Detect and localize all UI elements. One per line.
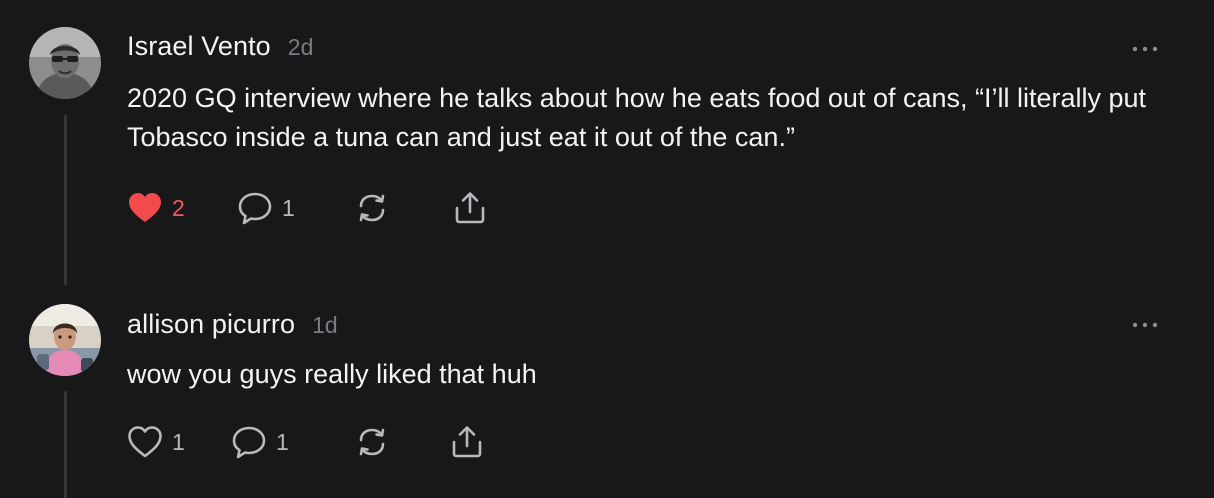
repost-icon (359, 194, 385, 222)
avatar[interactable] (29, 27, 101, 99)
reply-post: Israel Vento 2d 2020 GQ interview where h… (0, 0, 1214, 290)
repost-icon (359, 428, 385, 456)
share-button[interactable] (452, 188, 488, 228)
like-button[interactable]: 1 (127, 422, 185, 462)
repost-button[interactable] (354, 422, 390, 462)
more-options-button[interactable] (1130, 42, 1160, 54)
like-count: 2 (172, 194, 185, 221)
ellipsis-icon (1132, 46, 1158, 52)
heart-filled-icon (129, 193, 161, 222)
reply-button[interactable]: 1 (237, 188, 295, 228)
reply-text: 2020 GQ interview where he talks about h… (127, 83, 1147, 152)
timestamp: 2d (287, 34, 314, 60)
reply-text: wow you guys really liked that huh (127, 359, 537, 389)
ellipsis-icon (1132, 322, 1158, 328)
reply-count: 1 (276, 428, 289, 455)
like-button[interactable]: 2 (127, 188, 185, 228)
reply-header: Israel Vento 2d (127, 31, 313, 62)
heart-outline-icon (128, 426, 162, 458)
avatar-photo (29, 27, 101, 99)
reply-button[interactable]: 1 (231, 422, 289, 462)
share-upload-icon (455, 192, 485, 224)
thread-line (64, 115, 67, 285)
reply-post: allison picurro 1d wow you guys really li… (0, 290, 1214, 498)
reply-count: 1 (282, 194, 295, 221)
reply-header: allison picurro 1d (127, 309, 338, 340)
username[interactable]: allison picurro (127, 309, 295, 339)
speech-bubble-icon (232, 426, 266, 459)
more-options-button[interactable] (1130, 318, 1160, 330)
like-count: 1 (172, 428, 185, 455)
thread-line (64, 391, 67, 498)
repost-button[interactable] (354, 188, 390, 228)
avatar[interactable] (29, 304, 101, 376)
share-upload-icon (452, 426, 482, 458)
share-button[interactable] (449, 422, 485, 462)
username[interactable]: Israel Vento (127, 31, 271, 61)
avatar-photo (29, 304, 101, 376)
speech-bubble-icon (238, 192, 272, 225)
timestamp: 1d (312, 312, 338, 338)
